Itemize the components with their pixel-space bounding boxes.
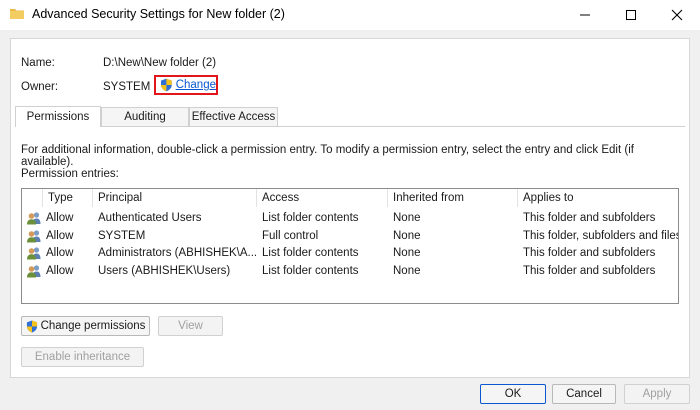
col-header-type[interactable]: Type — [42, 189, 92, 207]
tab-permissions-label: Permissions — [26, 111, 90, 123]
name-value: D:\New\New folder (2) — [103, 57, 217, 69]
col-header-applies-to[interactable]: Applies to — [517, 189, 678, 207]
enable-inheritance-label: Enable inheritance — [34, 351, 131, 363]
tab-auditing-label: Auditing — [124, 111, 166, 123]
cell-inherited: None — [393, 229, 421, 242]
table-row[interactable]: Allow SYSTEM Full control None This folder, … — [22, 228, 678, 245]
cell-principal: Authenticated Users — [98, 212, 202, 224]
change-owner-link[interactable]: Change — [154, 75, 218, 95]
title-bar: Advanced Security Settings for New folde… — [0, 0, 700, 30]
ok-button-label: OK — [504, 388, 522, 400]
cell-access: List folder contents — [262, 247, 359, 259]
cell-applies: This folder and subfolders — [523, 212, 656, 224]
settings-panel: Name: D:\New\New folder (2) Owner: SYSTE… — [10, 38, 690, 378]
view-button-label: View — [178, 320, 203, 332]
tab-effective-access-label: Effective Access — [191, 111, 276, 123]
permission-entries-table[interactable]: Type Principal Access Inherited from App… — [21, 188, 679, 304]
change-permissions-label: Change permissions — [40, 320, 146, 332]
maximize-icon — [626, 10, 636, 20]
cell-access: List folder contents — [262, 212, 359, 224]
security-folder-icon — [10, 9, 24, 19]
cell-access: List folder contents — [262, 264, 359, 277]
minimize-icon — [580, 14, 590, 16]
tab-divider — [15, 126, 685, 127]
cell-applies: This folder and subfolders — [523, 264, 656, 277]
cell-type: Allow — [46, 229, 74, 242]
tab-permissions[interactable]: Permissions — [15, 106, 101, 127]
apply-button-label: Apply — [642, 388, 672, 400]
change-permissions-button[interactable]: Change permissions — [21, 316, 150, 336]
cell-principal: Users (ABHISHEK\Users) — [98, 264, 231, 277]
table-header: Type Principal Access Inherited from App… — [22, 189, 678, 207]
window-title: Advanced Security Settings for New folde… — [32, 7, 285, 21]
table-row[interactable]: Allow Authenticated Users List folder cont… — [22, 210, 678, 227]
close-icon — [671, 9, 683, 21]
name-label: Name: — [21, 57, 55, 69]
cell-inherited: None — [393, 212, 421, 224]
users-group-icon — [27, 247, 41, 260]
minimize-button[interactable] — [562, 0, 608, 30]
table-row[interactable]: Allow Administrators (ABHISHEK\A... List f… — [22, 245, 678, 262]
owner-value: SYSTEM — [103, 81, 151, 93]
description-text: For additional information, double-click… — [21, 144, 634, 168]
change-link-label: Change — [175, 79, 216, 91]
cell-type: Allow — [46, 264, 74, 277]
ok-button[interactable]: OK — [480, 384, 546, 404]
tab-auditing[interactable]: Auditing — [101, 107, 189, 126]
uac-shield-icon — [26, 320, 37, 332]
permission-entries-label: Permission entries: — [21, 168, 119, 180]
users-group-icon — [27, 264, 41, 277]
cell-applies: This folder, subfolders and files — [523, 229, 679, 242]
cell-inherited: None — [393, 264, 421, 277]
owner-label: Owner: — [21, 81, 59, 93]
maximize-button[interactable] — [608, 0, 654, 30]
col-header-access[interactable]: Access — [256, 189, 387, 207]
cell-inherited: None — [393, 247, 421, 259]
col-header-inherited-from[interactable]: Inherited from — [387, 189, 517, 207]
view-button[interactable]: View — [158, 316, 223, 336]
col-header-principal[interactable]: Principal — [92, 189, 256, 207]
enable-inheritance-button[interactable]: Enable inheritance — [21, 347, 144, 367]
cell-type: Allow — [46, 212, 74, 224]
apply-button[interactable]: Apply — [624, 384, 690, 404]
cell-applies: This folder and subfolders — [523, 247, 656, 259]
cell-access: Full control — [262, 229, 319, 242]
cell-principal: Administrators (ABHISHEK\A... — [98, 247, 258, 259]
uac-shield-icon — [160, 78, 172, 92]
cancel-button[interactable]: Cancel — [552, 384, 616, 404]
tab-effective-access[interactable]: Effective Access — [189, 107, 278, 126]
cell-type: Allow — [46, 247, 74, 259]
cancel-button-label: Cancel — [566, 388, 602, 400]
table-row[interactable]: Allow Users (ABHISHEK\Users) List folder c… — [22, 263, 678, 280]
cell-principal: SYSTEM — [98, 229, 146, 242]
users-group-icon — [27, 229, 41, 242]
close-button[interactable] — [654, 0, 700, 30]
users-group-icon — [27, 212, 41, 225]
